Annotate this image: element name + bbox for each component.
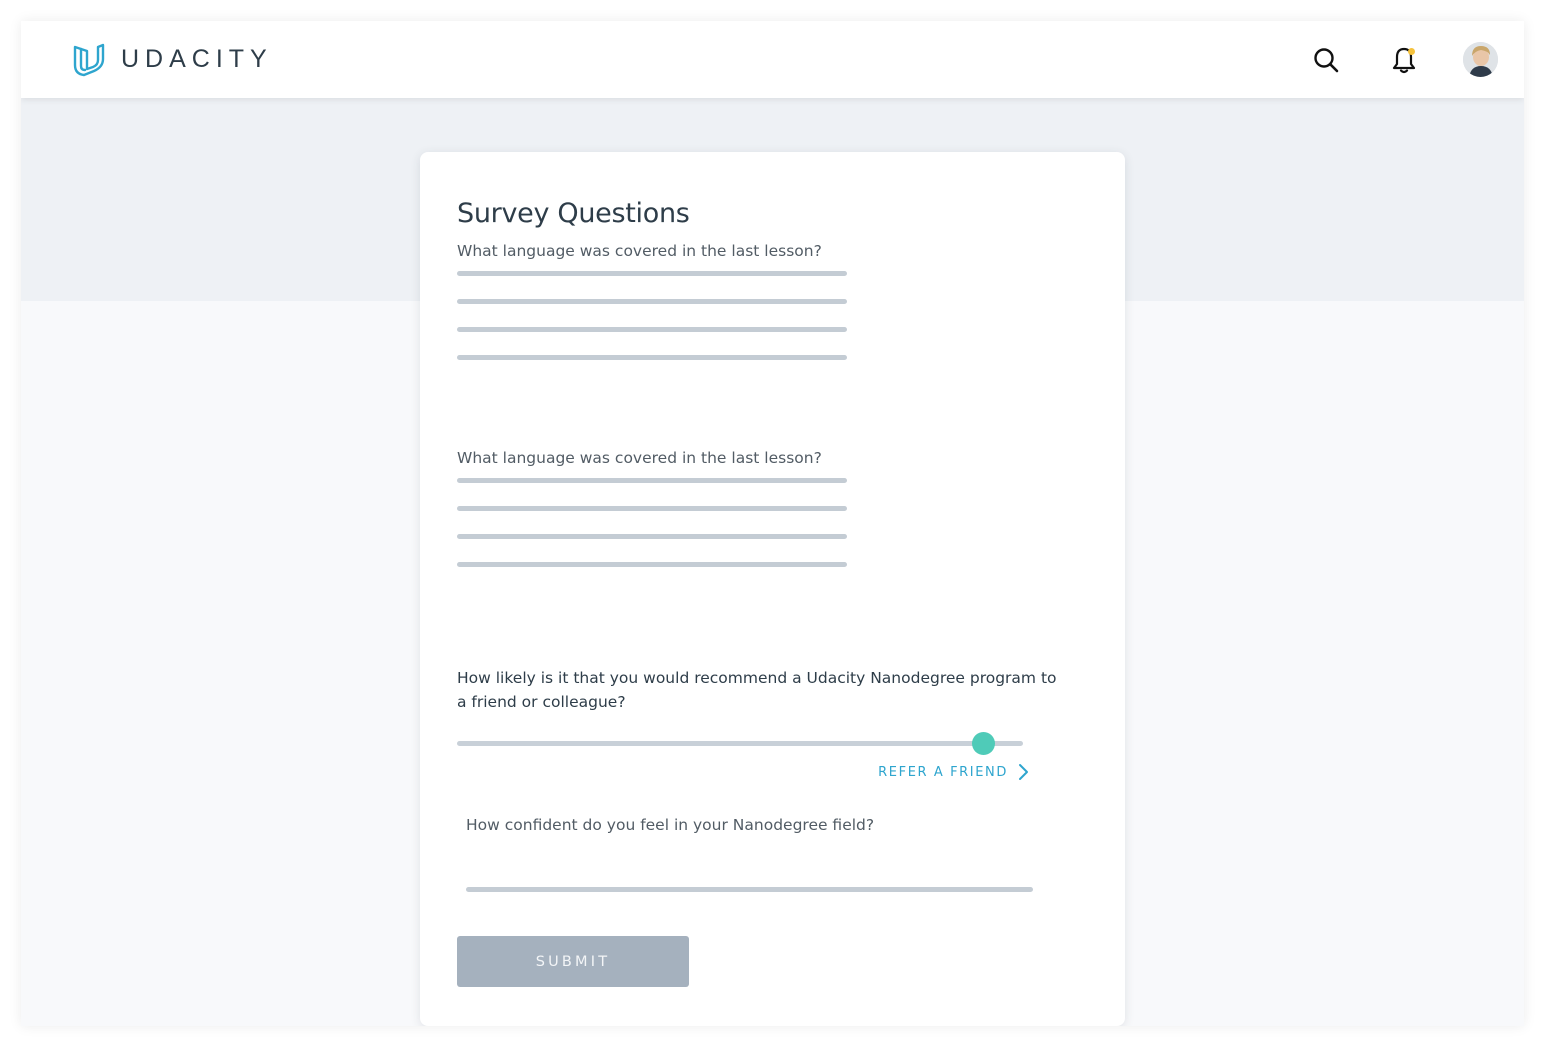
- nps-slider-track[interactable]: [457, 741, 1023, 746]
- app-window: UDACITY Survey Questions What language w…: [21, 21, 1524, 1026]
- question-1-answer-line[interactable]: [457, 271, 847, 276]
- submit-button[interactable]: SUBMIT: [457, 936, 689, 987]
- logo-text: UDACITY: [121, 44, 273, 73]
- confidence-question-label: How confident do you feel in your Nanode…: [466, 816, 875, 834]
- top-nav: UDACITY: [21, 21, 1524, 98]
- udacity-logo[interactable]: UDACITY: [71, 41, 273, 77]
- chevron-right-icon: [1019, 764, 1028, 780]
- avatar-photo: [1463, 42, 1498, 77]
- question-2-answer-line[interactable]: [457, 506, 847, 511]
- refer-a-friend-link[interactable]: REFER A FRIEND: [878, 763, 1029, 781]
- confidence-answer-field[interactable]: [466, 887, 1033, 892]
- question-1-answer-line[interactable]: [457, 299, 847, 304]
- avatar[interactable]: [1463, 42, 1498, 77]
- nps-slider-handle[interactable]: [971, 732, 995, 755]
- question-1-label: What language was covered in the last le…: [457, 242, 822, 260]
- question-1-answer-line[interactable]: [457, 355, 847, 360]
- question-2-answer-line[interactable]: [457, 534, 847, 539]
- page-title: Survey Questions: [457, 198, 690, 229]
- question-1-answer-line[interactable]: [457, 327, 847, 332]
- udacity-logo-icon: [73, 43, 105, 77]
- survey-card: Survey Questions What language was cover…: [420, 152, 1125, 1026]
- refer-a-friend-label: REFER A FRIEND: [878, 764, 1008, 780]
- nps-question-label: How likely is it that you would recommen…: [457, 669, 1057, 711]
- question-2-label: What language was covered in the last le…: [457, 449, 822, 467]
- question-2-answer-line[interactable]: [457, 478, 847, 483]
- notification-dot: [1408, 48, 1415, 55]
- search-icon[interactable]: [1311, 45, 1341, 75]
- question-2-answer-line[interactable]: [457, 562, 847, 567]
